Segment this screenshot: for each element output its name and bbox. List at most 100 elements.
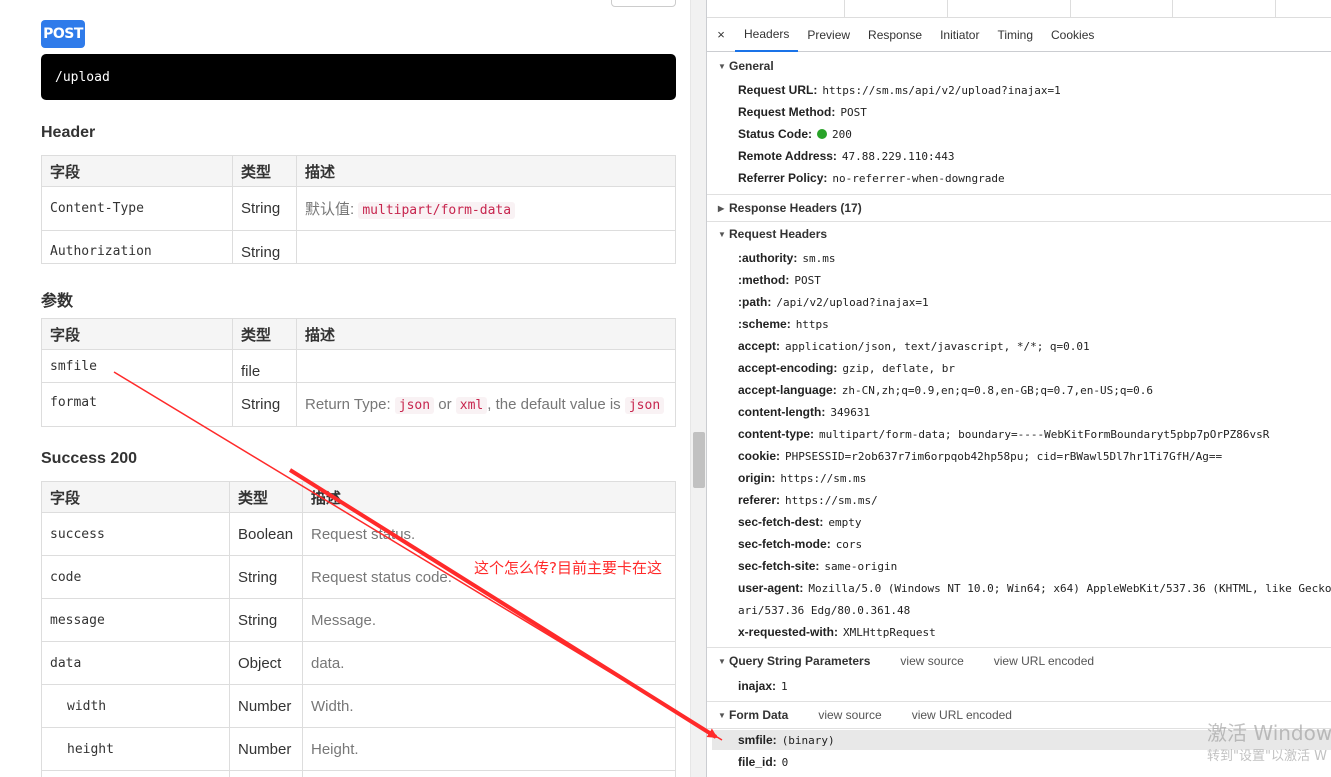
desc-cell: Request status. xyxy=(302,512,676,556)
header-value: gzip, deflate, br xyxy=(842,361,955,375)
header-value: 47.88.229.110:443 xyxy=(841,149,955,163)
windows-activation-subtext: 转到"设置"以激活 W xyxy=(1207,749,1327,764)
divider xyxy=(707,221,1331,222)
top-button[interactable] xyxy=(611,0,676,7)
general-section-toggle[interactable]: ▼ General xyxy=(718,56,774,76)
request-header-row: sec-fetch-mode: cors xyxy=(738,534,862,554)
type-cell: String xyxy=(232,230,297,264)
section-title: Query String Parameters xyxy=(729,654,871,668)
header-key: Referrer Policy: xyxy=(738,171,828,185)
request-header-row: ari/537.36 Edg/80.0.361.48 xyxy=(738,600,910,620)
view-url-encoded-link[interactable]: view URL encoded xyxy=(912,708,1012,722)
tab-headers[interactable]: Headers xyxy=(735,18,799,52)
tab-timing[interactable]: Timing xyxy=(988,18,1042,52)
general-row: Referrer Policy: no-referrer-when-downgra… xyxy=(738,168,1005,188)
response-headers-toggle[interactable]: ▶ Response Headers (17) xyxy=(718,198,862,218)
scrollbar[interactable] xyxy=(690,0,706,777)
type-cell xyxy=(229,770,303,777)
col-field: 字段 xyxy=(41,481,230,513)
col-desc: 描述 xyxy=(302,481,676,513)
devtools-tabbar: × Headers Preview Response Initiator Tim… xyxy=(707,18,1331,52)
section-title: Response Headers (17) xyxy=(729,201,862,215)
form-data-row: file_id: 0 xyxy=(738,752,788,772)
params-table: 字段 类型 描述 smfile file format String Retur… xyxy=(41,318,676,427)
scrollbar-thumb[interactable] xyxy=(693,432,705,488)
header-key: cookie: xyxy=(738,449,781,463)
view-source-link[interactable]: view source xyxy=(818,708,881,722)
tab-preview[interactable]: Preview xyxy=(798,18,859,52)
api-doc-panel: POST /upload Header 字段 类型 描述 Content-Typ… xyxy=(0,0,690,777)
desc-cell: 默认值: multipart/form-data xyxy=(296,186,676,231)
header-key: :authority: xyxy=(738,251,798,265)
header-key: sec-fetch-site: xyxy=(738,559,820,573)
table-row: success Boolean Request status. xyxy=(41,512,676,556)
header-value: PHPSESSID=r2ob637r7im6orpqob42hp58pu; ci… xyxy=(785,449,1223,463)
tab-initiator[interactable]: Initiator xyxy=(931,18,988,52)
header-key: Request Method: xyxy=(738,105,836,119)
table-row: smfile file xyxy=(41,349,676,383)
table-row: message String Message. xyxy=(41,598,676,642)
header-value: no-referrer-when-downgrade xyxy=(832,171,1005,185)
form-data-toggle[interactable]: ▼ Form Data view source view URL encoded xyxy=(718,705,1012,725)
table-row: width Number Width. xyxy=(41,684,676,728)
header-key: x-requested-with: xyxy=(738,625,839,639)
header-key: Remote Address: xyxy=(738,149,837,163)
request-headers-toggle[interactable]: ▼ Request Headers xyxy=(718,224,827,244)
code-pill: json xyxy=(624,397,665,414)
tab-cookies[interactable]: Cookies xyxy=(1042,18,1103,52)
view-url-encoded-link[interactable]: view URL encoded xyxy=(994,654,1094,668)
header-value: XMLHttpRequest xyxy=(843,625,936,639)
request-header-row: accept: application/json, text/javascript… xyxy=(738,336,1090,356)
waterfall-strip xyxy=(707,0,1331,18)
divider xyxy=(707,701,1331,702)
request-header-row: :method: POST xyxy=(738,270,821,290)
field-cell: format xyxy=(41,382,233,427)
field-cell xyxy=(41,770,230,777)
section-title: Request Headers xyxy=(729,227,828,241)
type-cell: String xyxy=(232,382,297,427)
desc-text: or xyxy=(434,396,456,413)
endpoint-path: /upload xyxy=(41,54,676,100)
header-value: ari/537.36 Edg/80.0.361.48 xyxy=(738,603,911,617)
header-value: 200 xyxy=(832,127,852,141)
tab-response[interactable]: Response xyxy=(859,18,931,52)
field-cell: data xyxy=(41,641,230,685)
triangle-down-icon: ▼ xyxy=(718,710,726,720)
request-header-row: :path: /api/v2/upload?inajax=1 xyxy=(738,292,929,312)
header-key: sec-fetch-dest: xyxy=(738,515,824,529)
col-field: 字段 xyxy=(41,318,233,350)
desc-cell: Return Type: json or xml, the default va… xyxy=(296,382,676,427)
header-key: :scheme: xyxy=(738,317,791,331)
request-header-row: :scheme: https xyxy=(738,314,829,334)
header-value: https://sm.ms/ xyxy=(785,493,878,507)
table-row: format String Return Type: json or xml, … xyxy=(41,382,676,427)
type-cell: Number xyxy=(229,684,303,728)
col-type: 类型 xyxy=(229,481,303,513)
request-header-row: x-requested-with: XMLHttpRequest xyxy=(738,622,936,642)
field-cell: code xyxy=(41,555,230,599)
header-key: content-length: xyxy=(738,405,826,419)
triangle-down-icon: ▼ xyxy=(718,61,726,71)
close-icon[interactable]: × xyxy=(707,27,735,42)
request-header-row: content-type: multipart/form-data; bounda… xyxy=(738,424,1269,444)
code-pill: json xyxy=(394,397,435,414)
header-value: POST xyxy=(794,273,821,287)
header-section-title: Header xyxy=(41,124,96,141)
divider xyxy=(707,647,1331,648)
header-value: empty xyxy=(828,515,862,529)
header-value: POST xyxy=(840,105,867,119)
col-desc: 描述 xyxy=(296,155,676,187)
type-cell: String xyxy=(232,186,297,231)
table-row: data Object data. xyxy=(41,641,676,685)
header-key: accept-encoding: xyxy=(738,361,838,375)
field-cell: height xyxy=(41,727,230,771)
header-key: referer: xyxy=(738,493,781,507)
header-value: multipart/form-data; boundary=----WebKit… xyxy=(819,427,1270,441)
header-key: accept: xyxy=(738,339,781,353)
header-value: https://sm.ms/api/v2/upload?inajax=1 xyxy=(822,83,1061,97)
view-source-link[interactable]: view source xyxy=(900,654,963,668)
field-cell: smfile xyxy=(41,349,233,383)
query-params-toggle[interactable]: ▼ Query String Parameters view source view … xyxy=(718,651,1094,671)
type-cell: String xyxy=(229,598,303,642)
desc-cell: data. xyxy=(302,641,676,685)
